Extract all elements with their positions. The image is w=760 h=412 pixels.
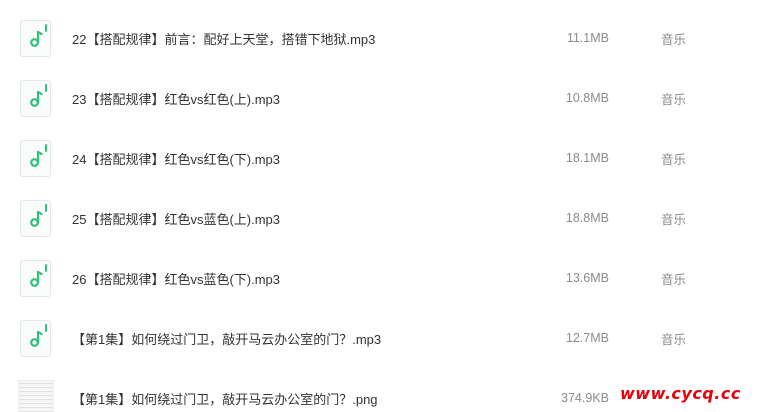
- file-name[interactable]: 【第1集】如何绕过门卫，敲开马云办公室的门？.png: [72, 389, 378, 408]
- watermark: www.cycq.cc: [620, 384, 741, 403]
- music-file-icon: [20, 259, 51, 297]
- file-size: 11.1MB: [566, 31, 609, 45]
- file-type: 音乐: [661, 32, 687, 47]
- image-thumbnail: [18, 380, 54, 412]
- music-file-icon: [20, 139, 51, 177]
- file-size: 13.6MB: [565, 271, 609, 285]
- music-file-icon: [20, 79, 51, 117]
- music-file-icon: [20, 199, 51, 237]
- music-file-icon: [20, 19, 51, 57]
- file-name[interactable]: 22【搭配规律】前言：配好上天堂，搭错下地狱.mp3: [72, 29, 375, 48]
- file-type: 音乐: [661, 92, 687, 107]
- file-type: 音乐: [661, 212, 687, 227]
- file-list: 22【搭配规律】前言：配好上天堂，搭错下地狱.mp3 11.1MB 音乐 23【…: [0, 0, 760, 412]
- file-size: 10.8MB: [565, 91, 609, 105]
- file-name[interactable]: 26【搭配规律】红色vs蓝色(下).mp3: [72, 269, 280, 288]
- music-file-icon: [20, 319, 51, 357]
- file-row[interactable]: 25【搭配规律】红色vs蓝色(上).mp3 18.8MB 音乐: [0, 188, 760, 248]
- file-row[interactable]: 22【搭配规律】前言：配好上天堂，搭错下地狱.mp3 11.1MB 音乐: [0, 8, 760, 68]
- file-name[interactable]: 24【搭配规律】红色vs红色(下).mp3: [72, 149, 280, 168]
- file-type: 音乐: [661, 332, 687, 347]
- file-size: 12.7MB: [565, 331, 609, 345]
- file-name[interactable]: 25【搭配规律】红色vs蓝色(上).mp3: [72, 209, 280, 228]
- file-name[interactable]: 【第1集】如何绕过门卫，敲开马云办公室的门？.mp3: [72, 329, 381, 348]
- file-name[interactable]: 23【搭配规律】红色vs红色(上).mp3: [72, 89, 280, 108]
- file-size: 18.1MB: [565, 151, 609, 165]
- file-row[interactable]: 【第1集】如何绕过门卫，敲开马云办公室的门？.mp3 12.7MB 音乐: [0, 308, 760, 368]
- file-row[interactable]: 24【搭配规律】红色vs红色(下).mp3 18.1MB 音乐: [0, 128, 760, 188]
- file-row[interactable]: 26【搭配规律】红色vs蓝色(下).mp3 13.6MB 音乐: [0, 248, 760, 308]
- file-row[interactable]: 23【搭配规律】红色vs红色(上).mp3 10.8MB 音乐: [0, 68, 760, 128]
- file-size: 374.9KB: [561, 391, 609, 405]
- file-type: 音乐: [661, 272, 687, 287]
- file-size: 18.8MB: [565, 211, 609, 225]
- file-type: 音乐: [661, 152, 687, 167]
